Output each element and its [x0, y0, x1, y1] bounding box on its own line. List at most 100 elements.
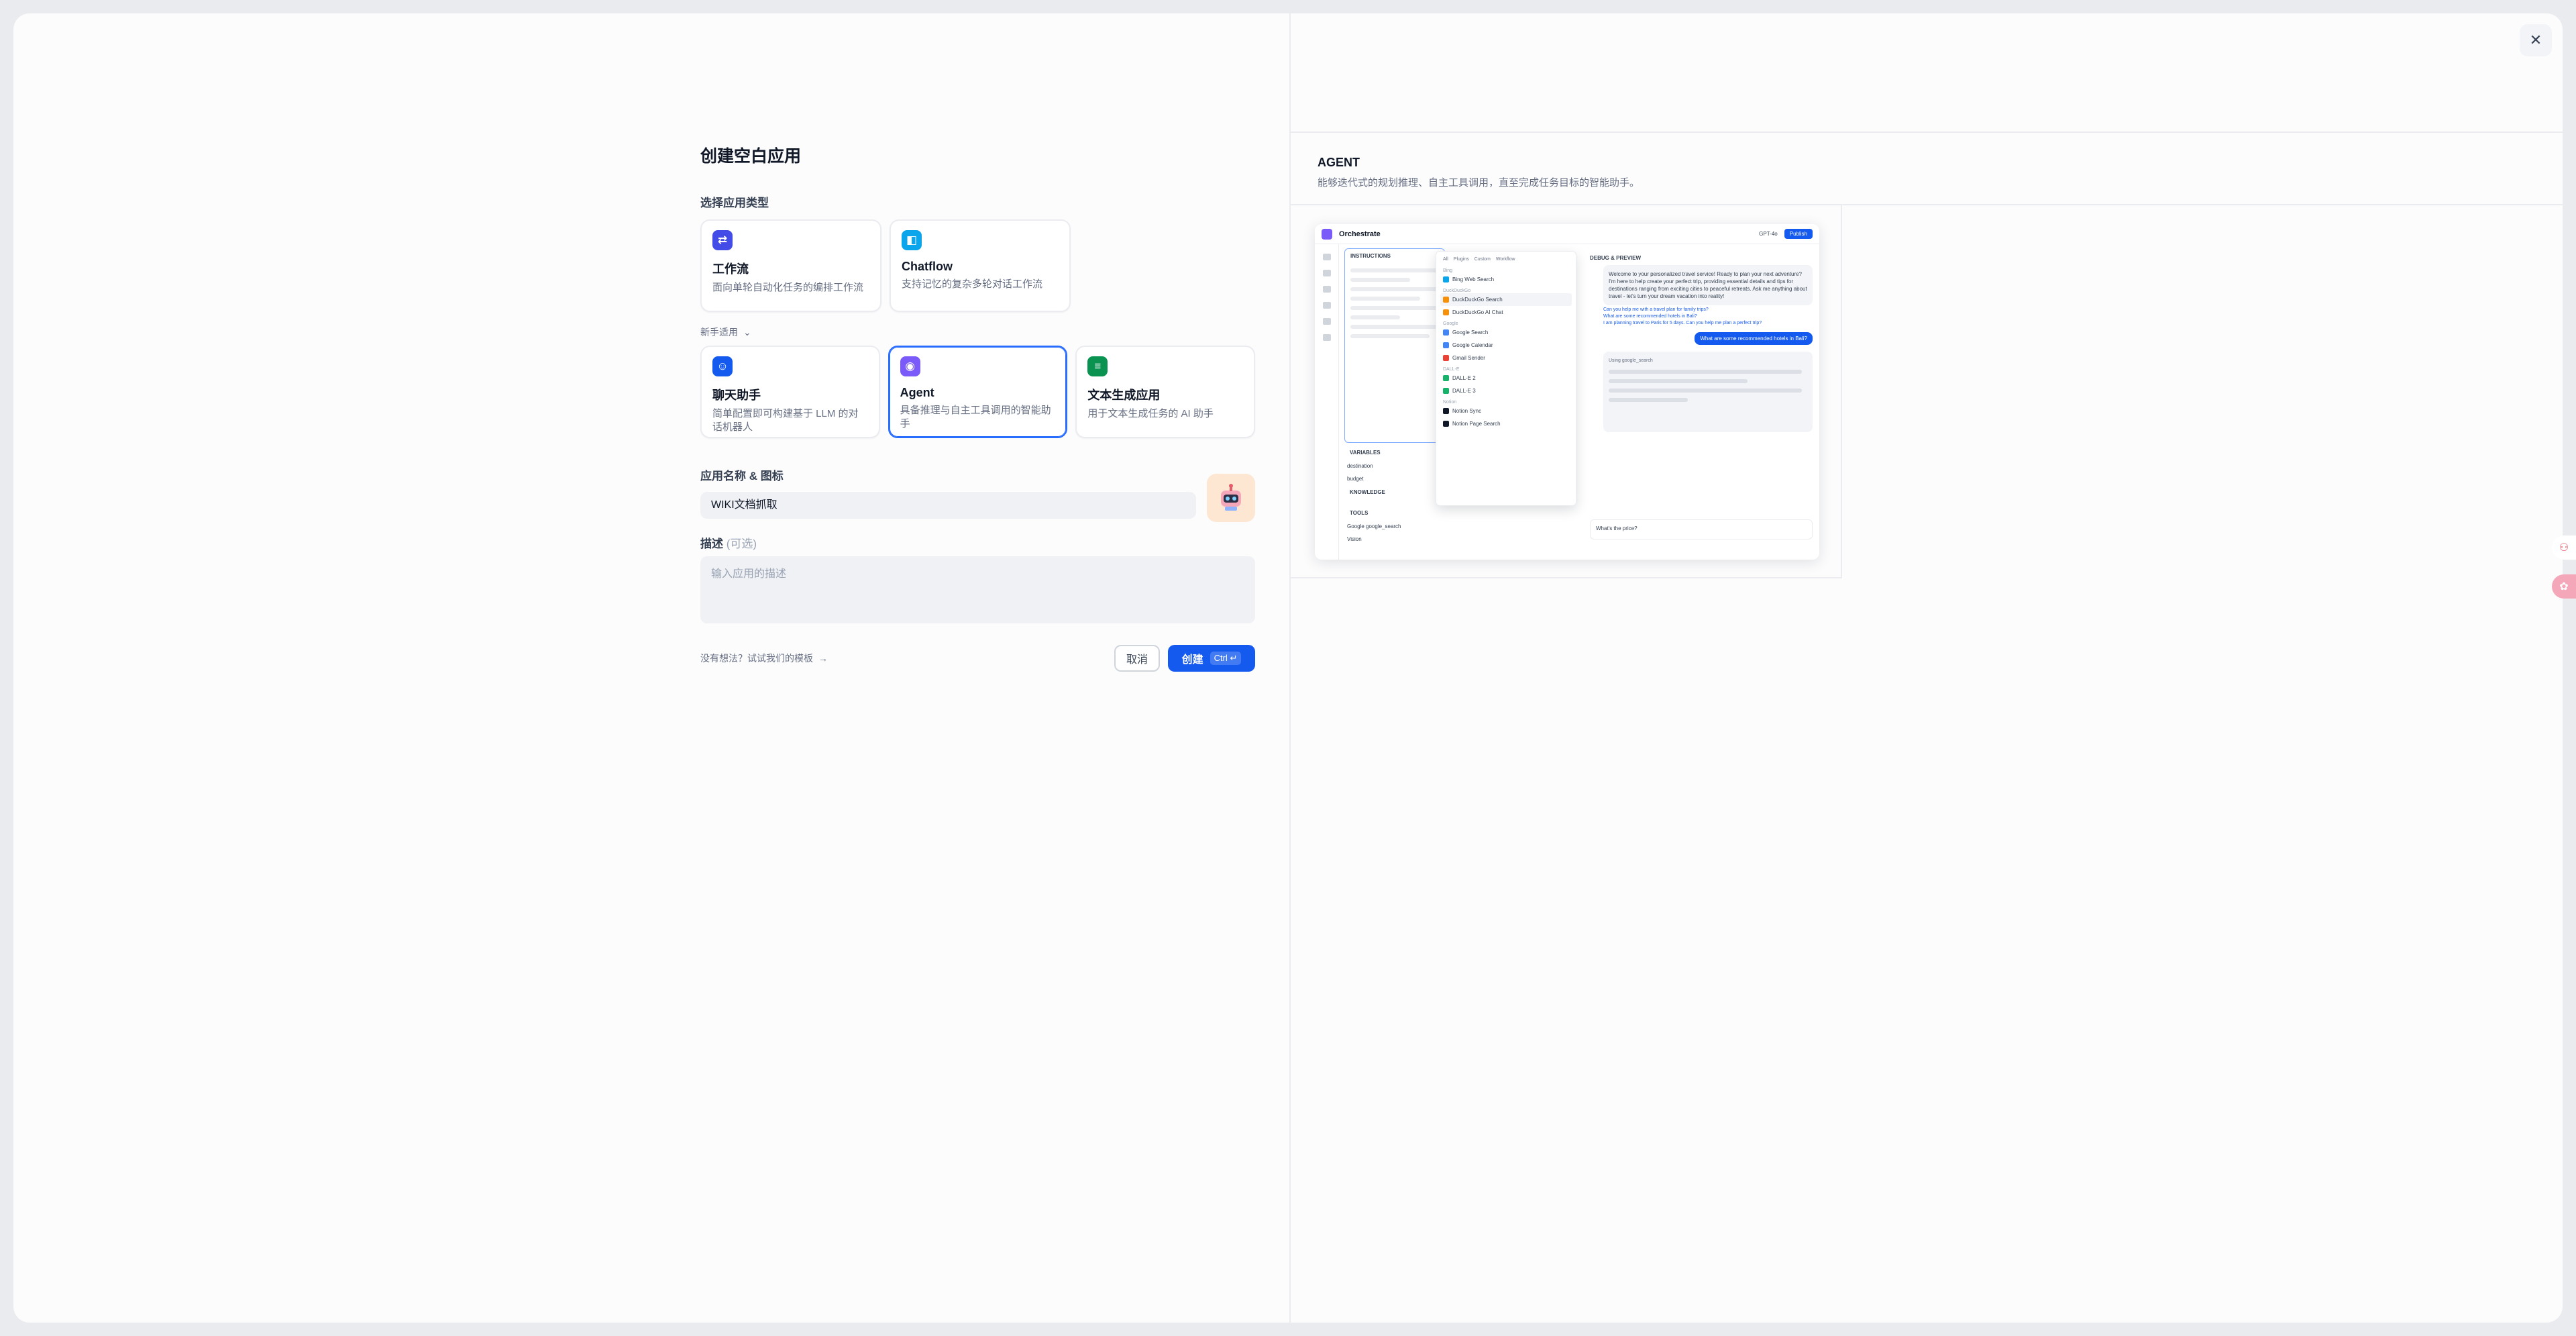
- preview-variables-label: VARIABLES: [1350, 450, 1381, 456]
- card-desc: 用于文本生成任务的 AI 助手: [1087, 408, 1214, 419]
- template-link[interactable]: 没有想法？试试我们的模板 →: [700, 652, 828, 665]
- dropdown-group: Google: [1443, 321, 1458, 326]
- preview-header: AGENT 能够迭代式的规划推理、自主工具调用，直至完成任务目标的智能助手。: [1291, 132, 2563, 205]
- dropdown-item: DuckDuckGo AI Chat: [1440, 306, 1572, 319]
- preview-tool-call: Using google_search: [1609, 358, 1653, 363]
- dropdown-item: DuckDuckGo Search: [1440, 293, 1572, 306]
- dropdown-tab: Workflow: [1495, 257, 1515, 262]
- dropdown-tab: Plugins: [1453, 257, 1469, 262]
- card-desc: 面向单轮自动化任务的编排工作流: [712, 282, 864, 293]
- beginner-toggle[interactable]: 新手适用 ⌄: [700, 325, 1255, 339]
- preview-suggestion: I am planning travel to Paris for 5 days…: [1603, 321, 1762, 325]
- preview-tool-dropdown: All Plugins Custom Workflow Bing Bing We…: [1436, 251, 1576, 506]
- create-label: 创建: [1181, 654, 1203, 666]
- desc-textarea[interactable]: 输入应用的描述: [700, 556, 1255, 623]
- name-row: WIKI文档抓取: [700, 474, 1255, 522]
- assistant-icon: ✿: [2559, 581, 2569, 593]
- desc-optional: (可选): [726, 537, 757, 550]
- app-type-cards: ⇄ 工作流 面向单轮自动化任务的编排工作流 ◧ Chatflow 支持记忆的复杂…: [700, 219, 1255, 312]
- preview-instructions-label: INSTRUCTIONS: [1350, 253, 1391, 259]
- preview-chat-input: What's the price?: [1590, 519, 1813, 539]
- dropdown-item: Notion Page Search: [1440, 417, 1572, 430]
- app-logo-icon: [1322, 228, 1332, 240]
- card-name: 工作流: [712, 262, 749, 276]
- card-chat-assistant[interactable]: ☺ 聊天助手 简单配置即可构建基于 LLM 的对话机器人: [700, 346, 880, 438]
- beginner-cards: ☺ 聊天助手 简单配置即可构建基于 LLM 的对话机器人 ◉ Agent 具备推…: [700, 346, 1256, 438]
- app-name-input[interactable]: WIKI文档抓取: [700, 492, 1196, 519]
- card-name: Chatflow: [902, 260, 953, 273]
- preview-config-sections: VARIABLES destination budget KNOWLEDGE T…: [1344, 446, 1445, 560]
- page-title: 创建空白应用: [700, 147, 802, 166]
- dropdown-item: DALL-E 2: [1440, 372, 1572, 384]
- preview-area: Orchestrate GPT-4o Publish INSTRUCTIONS …: [1291, 205, 1842, 578]
- card-desc: 简单配置即可构建基于 LLM 的对话机器人: [712, 408, 859, 433]
- chevron-down-icon: ⌄: [743, 326, 751, 338]
- preview-topbar: Orchestrate GPT-4o Publish: [1315, 224, 1819, 244]
- close-button[interactable]: ✕: [2520, 24, 2552, 56]
- shortcut-hint: Ctrl ↵: [1210, 652, 1242, 665]
- preview-var: destination: [1347, 463, 1373, 469]
- preview-tools-label: TOOLS: [1350, 510, 1368, 516]
- dropdown-tab: Custom: [1474, 257, 1491, 262]
- dropdown-item: Google Search: [1440, 326, 1572, 339]
- preview-chat: DEBUG & PREVIEW Welcome to your personal…: [1583, 244, 1819, 560]
- dropdown-item: Notion Sync: [1440, 405, 1572, 417]
- card-text-generator[interactable]: ≡ 文本生成应用 用于文本生成任务的 AI 助手: [1075, 346, 1256, 438]
- card-name: Agent: [900, 386, 934, 399]
- agent-icon: ◉: [900, 356, 920, 376]
- dropdown-item: Bing Web Search: [1440, 273, 1572, 286]
- arrow-right-icon: →: [818, 653, 828, 664]
- preview-vision: Vision: [1347, 536, 1362, 542]
- app-type-label: 选择应用类型: [700, 197, 769, 209]
- create-button[interactable]: 创建 Ctrl ↵: [1168, 645, 1255, 672]
- dropdown-group: DuckDuckGo: [1443, 289, 1471, 293]
- dropdown-group: Notion: [1443, 400, 1457, 405]
- card-desc: 具备推理与自主工具调用的智能助手: [900, 405, 1051, 429]
- preview-knowledge-label: KNOWLEDGE: [1350, 489, 1385, 495]
- preview-debug-title: DEBUG & PREVIEW: [1590, 255, 1642, 261]
- dropdown-group: DALL-E: [1443, 367, 1460, 372]
- preview-suggestion: Can you help me with a travel plan for f…: [1603, 307, 1709, 312]
- card-name: 文本生成应用: [1087, 389, 1161, 402]
- card-desc: 支持记忆的复杂多轮对话工作流: [902, 278, 1043, 290]
- preview-sidebar: [1315, 244, 1339, 560]
- dropdown-group: Bing: [1443, 268, 1453, 273]
- agent-preview-image: Orchestrate GPT-4o Publish INSTRUCTIONS …: [1315, 224, 1819, 560]
- cancel-button[interactable]: 取消: [1114, 645, 1160, 672]
- dropdown-item: Google Calendar: [1440, 339, 1572, 352]
- dropdown-item: Gmail Sender: [1440, 352, 1572, 364]
- card-workflow[interactable]: ⇄ 工作流 面向单轮自动化任务的编排工作流: [700, 219, 881, 312]
- form-footer: 没有想法？试试我们的模板 → 取消 创建 Ctrl ↵: [700, 645, 1255, 672]
- create-form: 创建空白应用 选择应用类型 ⇄ 工作流 面向单轮自动化任务的编排工作流 ◧ Ch…: [700, 133, 1256, 672]
- robot-icon: [1221, 484, 1241, 511]
- card-chatflow[interactable]: ◧ Chatflow 支持记忆的复杂多轮对话工作流: [890, 219, 1071, 312]
- preview-bot-message: Welcome to your personalized travel serv…: [1603, 265, 1813, 305]
- card-agent[interactable]: ◉ Agent 具备推理与自主工具调用的智能助手: [888, 346, 1068, 438]
- desc-label: 描述: [700, 537, 723, 550]
- preview-bot-reply: Using google_search: [1603, 352, 1813, 432]
- preview-publish: Publish: [1784, 229, 1813, 239]
- floating-assistant-button[interactable]: ✿: [2552, 574, 2576, 599]
- workflow-icon: ⇄: [712, 230, 733, 250]
- preview-panel: ✕ AGENT 能够迭代式的规划推理、自主工具调用，直至完成任务目标的智能助手。…: [1289, 13, 2563, 1323]
- app-icon-picker[interactable]: [1207, 474, 1255, 522]
- preview-tool: Google google_search: [1347, 523, 1401, 529]
- close-icon: ✕: [2529, 32, 2542, 48]
- chatflow-icon: ◧: [902, 230, 922, 250]
- translate-icon: ⚇: [2559, 542, 2569, 554]
- floating-tool-button[interactable]: ⚇: [2552, 535, 2576, 560]
- create-app-modal: 创建空白应用 选择应用类型 ⇄ 工作流 面向单轮自动化任务的编排工作流 ◧ Ch…: [13, 13, 2563, 1323]
- preview-model: GPT-4o: [1759, 231, 1778, 237]
- preview-var: budget: [1347, 476, 1364, 482]
- preview-app-title: Orchestrate: [1339, 229, 1381, 238]
- preview-suggestion: What are some recommended hotels in Bali…: [1603, 314, 1697, 319]
- template-link-label: 没有想法？试试我们的模板: [700, 653, 813, 664]
- preview-user-message: What are some recommended hotels in Bali…: [1695, 332, 1813, 345]
- dropdown-tabs: All Plugins Custom Workflow: [1440, 256, 1572, 266]
- chat-bot-icon: ☺: [712, 356, 733, 376]
- preview-type-title: AGENT: [1318, 156, 1360, 169]
- card-name: 聊天助手: [712, 389, 761, 402]
- preview-instructions: INSTRUCTIONS: [1344, 248, 1445, 443]
- desc-label-row: 描述 (可选): [700, 534, 1255, 551]
- preview-type-desc: 能够迭代式的规划推理、自主工具调用，直至完成任务目标的智能助手。: [1318, 177, 1640, 189]
